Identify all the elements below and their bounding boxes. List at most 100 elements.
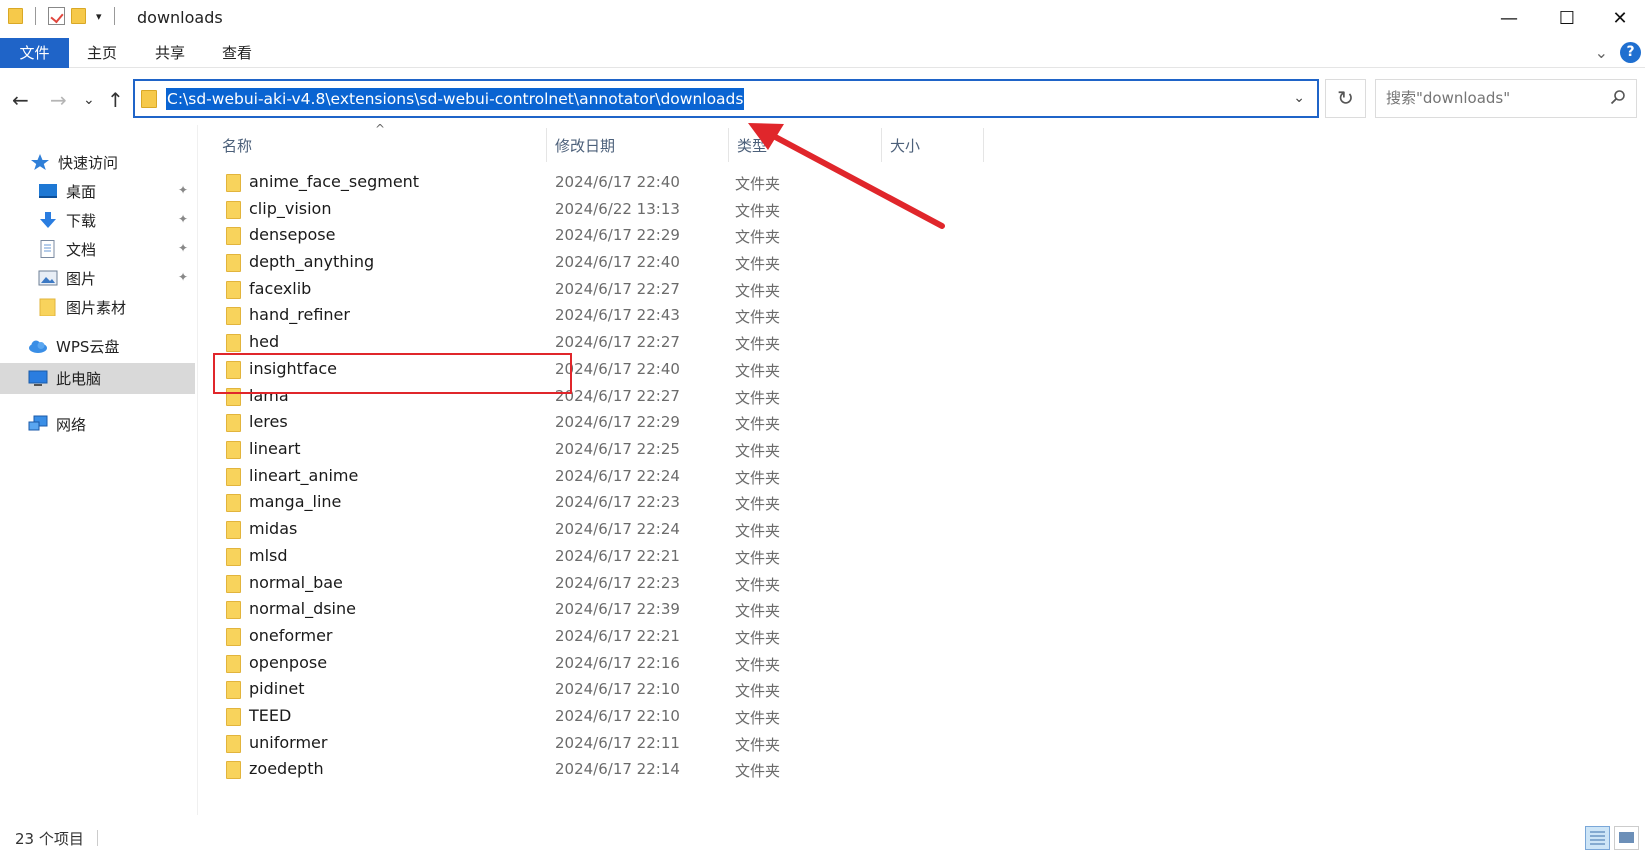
file-type: 文件夹 (735, 442, 781, 460)
up-arrow-icon: ↑ (107, 88, 124, 112)
column-divider[interactable] (728, 128, 729, 162)
recent-locations-button[interactable]: ⌄ (83, 92, 95, 108)
file-row[interactable]: manga_line 2024/6/17 22:23 文件夹 (222, 490, 802, 516)
folder-icon (226, 628, 241, 646)
sidebar-item-label: 桌面 (66, 182, 97, 201)
folder-icon (226, 655, 241, 673)
details-view-button[interactable] (1585, 826, 1610, 850)
sidebar-item-image-assets[interactable]: 图片素材 (38, 292, 188, 322)
file-date: 2024/6/17 22:27 (555, 387, 680, 405)
tab-view[interactable]: 查看 (214, 38, 260, 68)
file-name: uniformer (249, 733, 328, 752)
sidebar-item-network[interactable]: 网络 (28, 409, 188, 439)
minimize-button[interactable]: — (1480, 0, 1538, 36)
file-date: 2024/6/17 22:24 (555, 520, 680, 538)
file-row[interactable]: leres 2024/6/17 22:29 文件夹 (222, 410, 802, 436)
folder-icon (226, 494, 241, 512)
tab-share[interactable]: 共享 (147, 38, 193, 68)
file-row[interactable]: normal_bae 2024/6/17 22:23 文件夹 (222, 571, 802, 597)
file-row[interactable]: oneformer 2024/6/17 22:21 文件夹 (222, 624, 802, 650)
annotation-highlight-box (213, 353, 572, 394)
folder-icon (226, 708, 241, 726)
properties-icon[interactable] (48, 7, 65, 25)
file-type: 文件夹 (735, 495, 781, 513)
file-row[interactable]: zoedepth 2024/6/17 22:14 文件夹 (222, 757, 802, 783)
address-dropdown-icon[interactable]: ⌄ (1293, 90, 1305, 106)
sidebar-item-pictures[interactable]: 图片 (38, 263, 188, 293)
file-date: 2024/6/17 22:25 (555, 440, 680, 458)
details-view-icon (1586, 831, 1609, 853)
column-header-name[interactable]: 名称 (222, 130, 252, 162)
sidebar-item-label: 下载 (66, 211, 97, 230)
column-divider[interactable] (546, 128, 547, 162)
file-row[interactable]: facexlib 2024/6/17 22:27 文件夹 (222, 277, 802, 303)
back-button[interactable]: ← (12, 88, 29, 112)
sidebar-item-desktop[interactable]: 桌面 (38, 176, 188, 206)
chevron-down-icon: ⌄ (83, 92, 95, 108)
large-icons-view-icon (1615, 832, 1638, 853)
file-row[interactable]: TEED 2024/6/17 22:10 文件夹 (222, 704, 802, 730)
file-row[interactable]: depth_anything 2024/6/17 22:40 文件夹 (222, 250, 802, 276)
folder-icon (38, 298, 58, 317)
sidebar-item-documents[interactable]: 文档 (38, 234, 188, 264)
file-type: 文件夹 (735, 682, 781, 700)
folder-icon (226, 601, 241, 619)
forward-arrow-icon: → (50, 88, 67, 112)
customize-toolbar-icon[interactable]: ▾ (96, 10, 102, 23)
file-row[interactable]: mlsd 2024/6/17 22:21 文件夹 (222, 544, 802, 570)
folder-icon (226, 201, 241, 219)
file-name: hed (249, 332, 280, 351)
file-type: 文件夹 (735, 255, 781, 273)
search-box[interactable] (1375, 79, 1637, 118)
pin-icon[interactable]: ✦ (178, 212, 188, 226)
tab-home[interactable]: 主页 (79, 38, 125, 68)
address-path-text[interactable]: C:\sd-webui-aki-v4.8\extensions\sd-webui… (166, 88, 745, 110)
column-header-modified[interactable]: 修改日期 (555, 130, 615, 162)
sidebar-item-this-pc[interactable]: 此电脑 (0, 363, 195, 394)
file-row[interactable]: pidinet 2024/6/17 22:10 文件夹 (222, 677, 802, 703)
divider (35, 7, 36, 25)
new-folder-icon[interactable] (71, 8, 86, 24)
up-button[interactable]: ↑ (107, 88, 124, 112)
file-row[interactable]: normal_dsine 2024/6/17 22:39 文件夹 (222, 597, 802, 623)
help-icon[interactable]: ? (1620, 42, 1641, 63)
sidebar-item-wps-cloud[interactable]: WPS云盘 (28, 331, 188, 361)
sidebar-item-label: 图片 (66, 269, 97, 288)
file-row[interactable]: anime_face_segment 2024/6/17 22:40 文件夹 (222, 170, 802, 196)
file-row[interactable]: hand_refiner 2024/6/17 22:43 文件夹 (222, 303, 802, 329)
tab-file[interactable]: 文件 (0, 38, 69, 68)
column-divider[interactable] (983, 128, 984, 162)
maximize-button[interactable]: ☐ (1538, 0, 1596, 36)
file-row[interactable]: clip_vision 2024/6/22 13:13 文件夹 (222, 197, 802, 223)
maximize-icon: ☐ (1558, 7, 1576, 29)
file-row[interactable]: densepose 2024/6/17 22:29 文件夹 (222, 223, 802, 249)
file-name: facexlib (249, 279, 312, 298)
file-row[interactable]: lineart 2024/6/17 22:25 文件夹 (222, 437, 802, 463)
expand-ribbon-icon[interactable]: ⌄ (1595, 43, 1608, 62)
sidebar-item-downloads[interactable]: 下载 (38, 205, 188, 235)
large-icons-view-button[interactable] (1614, 826, 1639, 850)
address-bar[interactable]: C:\sd-webui-aki-v4.8\extensions\sd-webui… (133, 79, 1319, 118)
search-input[interactable] (1386, 89, 1596, 107)
file-name: zoedepth (249, 759, 324, 778)
search-icon[interactable] (1610, 89, 1626, 109)
refresh-button[interactable]: ↻ (1325, 79, 1366, 118)
file-type: 文件夹 (735, 335, 781, 353)
sidebar-item-quick-access[interactable]: 快速访问 (30, 147, 198, 177)
file-name: lineart (249, 439, 301, 458)
file-row[interactable]: midas 2024/6/17 22:24 文件夹 (222, 517, 802, 543)
document-icon (38, 240, 58, 258)
file-type: 文件夹 (735, 522, 781, 540)
pin-icon[interactable]: ✦ (178, 270, 188, 284)
pin-icon[interactable]: ✦ (178, 241, 188, 255)
file-date: 2024/6/17 22:40 (555, 360, 680, 378)
file-row[interactable]: uniformer 2024/6/17 22:11 文件夹 (222, 731, 802, 757)
file-type: 文件夹 (735, 282, 781, 300)
star-icon (30, 153, 50, 171)
forward-button[interactable]: → (50, 88, 67, 112)
pin-icon[interactable]: ✦ (178, 183, 188, 197)
folder-icon (226, 575, 241, 593)
file-row[interactable]: lineart_anime 2024/6/17 22:24 文件夹 (222, 464, 802, 490)
close-button[interactable]: ✕ (1595, 0, 1645, 36)
file-row[interactable]: openpose 2024/6/17 22:16 文件夹 (222, 651, 802, 677)
